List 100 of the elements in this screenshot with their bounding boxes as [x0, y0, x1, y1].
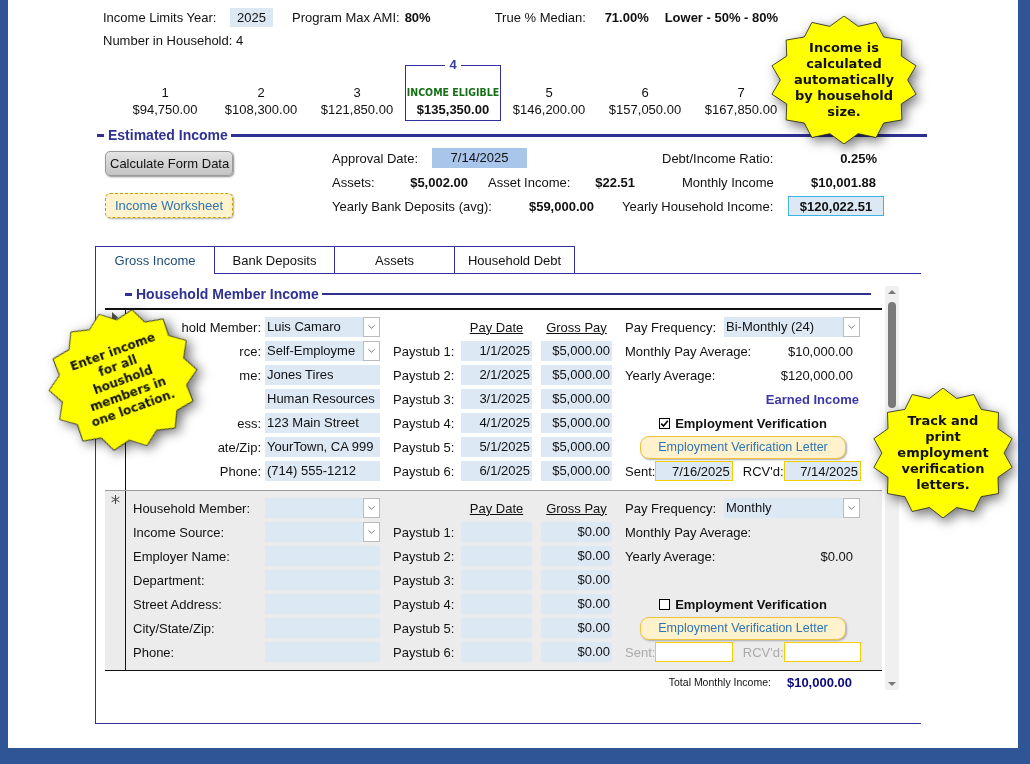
total-label: Total Monthly Income:	[668, 676, 771, 688]
caret-icon[interactable]	[363, 522, 380, 542]
amount-field[interactable]: $5,000.00	[541, 461, 612, 481]
amount-field[interactable]: $0.00	[541, 594, 612, 614]
text-field[interactable]: (714) 555-1212	[265, 461, 380, 481]
field-label: Paystub 4:	[393, 596, 456, 612]
field-label: Yearly Bank Deposits (avg):	[332, 198, 493, 214]
action-button[interactable]: Income Worksheet	[105, 193, 233, 218]
dropdown-field[interactable]: Luis Camaro	[265, 317, 380, 337]
field-label: Program Max AMI:	[292, 9, 400, 25]
caret-icon[interactable]	[363, 317, 380, 337]
action-button[interactable]: Calculate Form Data	[105, 151, 233, 176]
dropdown-field[interactable]: Bi-Monthly (24)	[724, 317, 860, 337]
section-title: Household Member Income	[136, 286, 319, 302]
amount-field[interactable]: $0.00	[541, 522, 612, 542]
amount-field[interactable]: $5,000.00	[541, 437, 612, 457]
field-label: Paystub 6:	[393, 644, 456, 660]
amount-field[interactable]: $0.00	[541, 618, 612, 638]
field-label: City/State/Zip:	[133, 620, 215, 636]
income-limit: $108,300.00	[224, 101, 298, 118]
field-label: Paystub 3:	[393, 572, 456, 588]
dropdown-field[interactable]: Monthly	[724, 498, 860, 518]
text-field[interactable]: YourTown, CA 999	[265, 437, 380, 457]
dropdown-field[interactable]: Self-Employme	[265, 341, 380, 361]
income-limit: $135,350.00	[416, 101, 490, 118]
checkbox-label: Employment Verification	[675, 415, 827, 431]
date-field[interactable]: 5/1/2025	[461, 437, 532, 457]
date-field[interactable]: 6/1/2025	[461, 461, 532, 481]
field-label: Monthly Pay Average:	[625, 343, 752, 359]
asset-income-value: $22.51	[594, 174, 635, 190]
income-limit: $167,850.00	[704, 101, 778, 118]
checkbox[interactable]	[659, 417, 671, 429]
field-label: Monthly Income	[682, 174, 775, 190]
amount-field[interactable]: $5,000.00	[541, 413, 612, 433]
amount-value: $10,000.00	[787, 343, 854, 359]
date-field[interactable]: 1/1/2025	[461, 341, 532, 361]
field-label: ate/Zip:	[217, 439, 261, 455]
field-label: Household Member:	[133, 500, 251, 516]
caret-icon[interactable]	[363, 498, 380, 518]
amount-field[interactable]: $5,000.00	[541, 389, 612, 409]
field-label: Phone:	[133, 644, 175, 660]
date-field[interactable]: 7/14/2025	[783, 461, 861, 481]
earned-income-label: Earned Income	[765, 391, 860, 407]
date-field[interactable]: 3/1/2025	[461, 389, 532, 409]
field-label: Street Address:	[133, 596, 222, 612]
caret-icon[interactable]	[363, 341, 380, 361]
dropdown-field[interactable]	[265, 498, 380, 518]
household-size: 3	[353, 84, 361, 101]
field-label: Yearly Average:	[625, 367, 716, 383]
text-field[interactable]: Jones Tires	[265, 365, 380, 385]
field-label: Yearly Household Income:	[622, 198, 775, 214]
income-limit: $157,050.00	[608, 101, 682, 118]
column-header: Gross Pay	[545, 319, 608, 335]
scrollbar-thumb[interactable]	[888, 302, 896, 408]
field-label: Yearly Average:	[625, 548, 716, 564]
household-size: 6	[641, 84, 649, 101]
caret-icon[interactable]	[843, 498, 860, 518]
section-title: Estimated Income	[108, 127, 228, 143]
text-field[interactable]: Human Resources	[265, 389, 380, 409]
household-size: 2	[257, 84, 265, 101]
checkbox[interactable]	[659, 598, 671, 610]
date-field[interactable]	[655, 642, 733, 662]
field-label: Paystub 4:	[393, 415, 456, 431]
letter-button[interactable]: Employment Verification Letter	[640, 435, 846, 459]
tab[interactable]: Bank Deposits	[215, 246, 335, 274]
field-label: Paystub 3:	[393, 391, 456, 407]
text-field[interactable]: 123 Main Street	[265, 413, 380, 433]
income-category: Lower - 50% - 80%	[664, 9, 779, 25]
amount-field[interactable]: $0.00	[541, 642, 612, 662]
household-size: 5	[545, 84, 553, 101]
date-field[interactable]: 7/16/2025	[655, 461, 733, 481]
caret-icon[interactable]	[843, 317, 860, 337]
assets-value: $5,002.00	[409, 174, 468, 190]
field-label: hold Member:	[181, 319, 261, 335]
amount-field[interactable]: $0.00	[541, 570, 612, 590]
eligible-label: INCOME ELIGIBLE	[406, 85, 500, 100]
tab[interactable]: Assets	[335, 246, 455, 274]
field-label: RCV'd:	[742, 463, 784, 479]
callout-badge: Track and print employment verification letters.	[872, 388, 1014, 518]
date-field[interactable]	[783, 642, 861, 662]
field-label: Paystub 2:	[393, 367, 456, 383]
field-label: Employer Name:	[133, 548, 230, 564]
household-count: Number in Household: 4	[103, 32, 244, 48]
tab[interactable]: Household Debt	[455, 246, 575, 274]
yearly-income-field: $120,022.51	[788, 196, 884, 216]
amount-value: $0.00	[820, 548, 854, 564]
dropdown-field[interactable]	[265, 522, 380, 542]
field-label: Paystub 1:	[393, 343, 456, 359]
letter-button[interactable]: Employment Verification Letter	[640, 616, 846, 640]
approval-date-field[interactable]: 7/14/2025	[432, 148, 527, 168]
amount-field[interactable]: $5,000.00	[541, 341, 612, 361]
tab[interactable]: Gross Income	[95, 246, 215, 274]
checkbox-label: Employment Verification	[675, 596, 827, 612]
year-field[interactable]: 2025	[230, 7, 273, 27]
amount-field[interactable]: $5,000.00	[541, 365, 612, 385]
date-field[interactable]: 2/1/2025	[461, 365, 532, 385]
date-field[interactable]: 4/1/2025	[461, 413, 532, 433]
amount-field[interactable]: $0.00	[541, 546, 612, 566]
field-label: RCV'd:	[742, 644, 784, 660]
household-size: 7	[737, 84, 745, 101]
